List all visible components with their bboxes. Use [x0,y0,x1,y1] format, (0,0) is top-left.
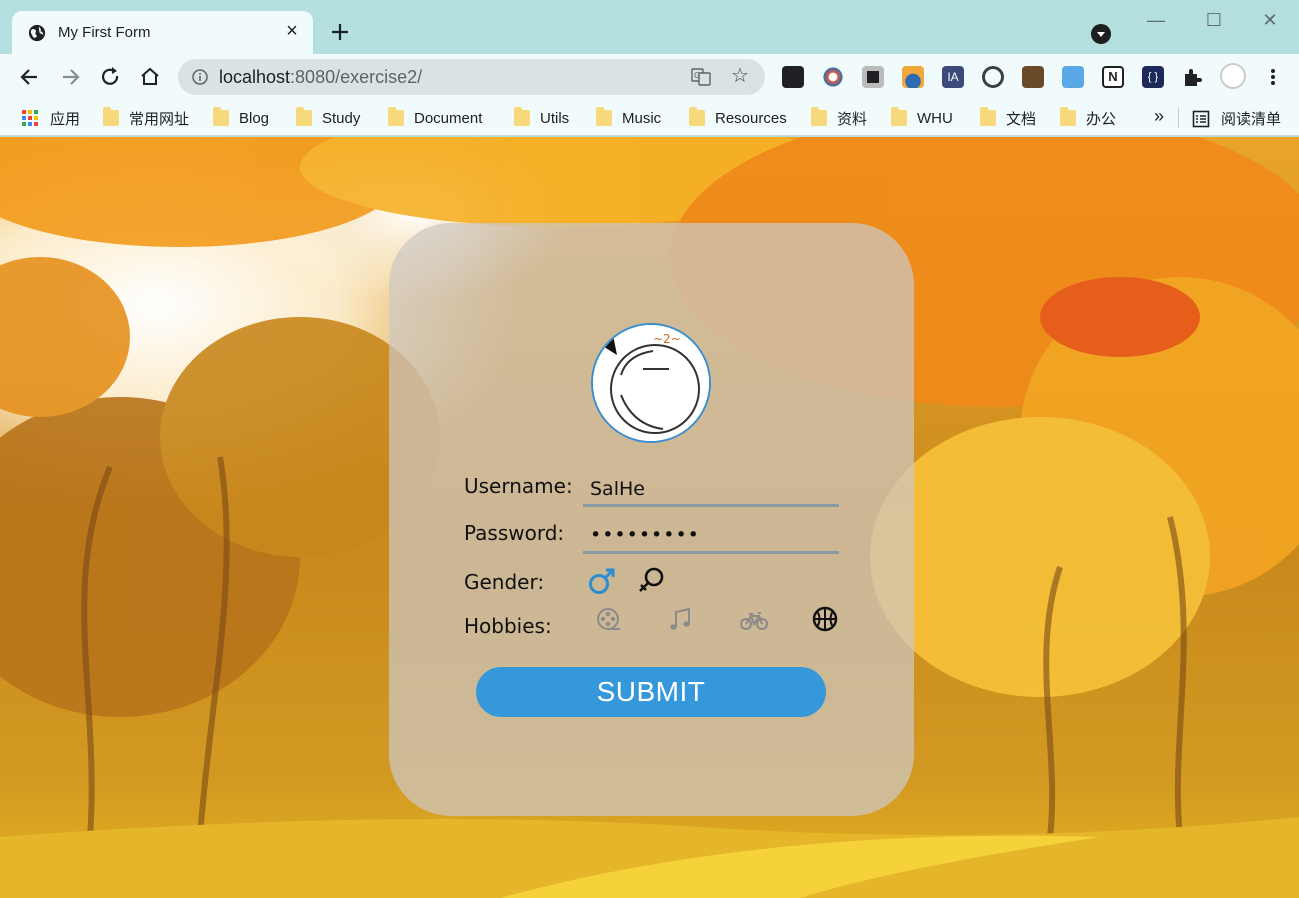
bicycle-icon[interactable] [739,605,769,635]
bookmark-folder[interactable]: 办公 [1060,107,1117,128]
folder-icon [980,107,996,126]
bookmark-folder[interactable]: Resources [689,107,787,128]
bookmark-label: 文档 [1006,110,1037,128]
browser-titlebar: My First Form × — ☐ ✕ [0,0,1299,54]
tab-close-icon[interactable]: × [282,20,302,42]
notion-icon[interactable]: N [1102,66,1124,88]
bookmark-folder[interactable]: Study [296,107,361,128]
password-input[interactable]: ••••••••• [583,520,839,554]
bookmark-folder[interactable]: Utils [514,107,570,128]
folder-icon [689,107,705,126]
male-icon[interactable] [587,566,617,596]
folder-icon [891,107,907,126]
site-info-icon[interactable] [192,69,208,85]
bookmark-folder[interactable]: 资料 [811,107,868,128]
extension-icon[interactable] [822,66,844,88]
extension-icon[interactable] [782,66,804,88]
submit-button[interactable]: SUBMIT [476,667,826,717]
svg-text:~2~: ~2~ [653,332,681,346]
reading-list-icon [1192,110,1210,127]
extension-icon[interactable] [1022,66,1044,88]
bookmark-folder[interactable]: WHU [891,107,953,128]
bookmark-label: 资料 [837,110,868,128]
globe-icon [28,24,46,42]
extension-icon[interactable] [862,66,884,88]
bookmark-label: 办公 [1086,110,1117,128]
hobbies-label: Hobbies: [464,614,552,638]
bookmark-label: Blog [239,109,270,127]
bookmark-label: Music [622,109,662,127]
female-icon[interactable] [637,566,667,596]
reading-list-button[interactable]: 阅读清单 [1192,108,1281,129]
bookmark-folder[interactable]: Music [596,107,662,128]
close-window-icon[interactable]: ✕ [1256,8,1284,32]
tab-title: My First Form [58,24,151,41]
forward-icon[interactable] [57,64,83,90]
bookmark-label: WHU [917,109,953,127]
bookmark-folder[interactable]: Blog [213,107,270,128]
extensions-puzzle-icon[interactable] [1181,66,1203,88]
menu-kebab-icon[interactable] [1262,66,1284,88]
reading-list-label: 阅读清单 [1221,111,1282,128]
folder-icon [596,107,612,126]
tab-search-icon[interactable] [1091,24,1111,44]
basketball-icon[interactable] [811,605,841,635]
avatar: ~2~ [591,323,711,443]
bookmark-label: Utils [540,109,570,127]
page-viewport: ~2~ Username: Password: ••••••••• Gender… [0,137,1299,898]
password-label: Password: [464,521,565,545]
browser-tab[interactable]: My First Form × [12,11,313,54]
folder-icon [811,107,827,126]
new-tab-icon[interactable] [327,19,353,45]
url-text: localhost:8080/exercise2/ [219,67,422,88]
url-path: :8080/exercise2/ [290,67,423,87]
music-note-icon[interactable] [666,605,696,635]
username-input[interactable] [583,473,839,507]
home-icon[interactable] [137,64,163,90]
form-card: ~2~ Username: Password: ••••••••• Gender… [389,223,914,816]
bookmark-folder[interactable]: 常用网址 [103,107,190,128]
browser-toolbar: localhost:8080/exercise2/ G ☆ IA N { } [0,54,1299,100]
maximize-icon[interactable]: ☐ [1200,8,1228,32]
minimize-icon[interactable]: — [1142,8,1170,32]
bookmarks-overflow-icon[interactable]: » [1154,106,1164,127]
address-bar[interactable]: localhost:8080/exercise2/ G ☆ [178,59,765,95]
folder-icon [514,107,530,126]
divider [1178,108,1179,128]
bookmark-label: Document [414,109,483,127]
translate-icon[interactable]: G [691,68,711,86]
bookmark-label: Resources [715,109,787,127]
extension-icon[interactable] [982,66,1004,88]
avatar-face-icon: ~2~ [593,325,709,441]
back-icon[interactable] [17,64,43,90]
bookmark-folder[interactable]: Document [388,107,483,128]
folder-icon [1060,107,1076,126]
svg-text:G: G [694,71,700,80]
folder-icon [296,107,312,126]
extension-icon[interactable] [902,66,924,88]
gender-label: Gender: [464,570,545,594]
film-reel-icon[interactable] [594,605,624,635]
bookmark-label: 常用网址 [129,110,190,128]
folder-icon [103,107,119,126]
extension-icon[interactable]: { } [1142,66,1164,88]
folder-icon [213,107,229,126]
extension-icon[interactable]: IA [942,66,964,88]
bookmark-label: 应用 [50,110,81,128]
reload-icon[interactable] [97,64,123,90]
username-label: Username: [464,474,573,498]
bookmark-label: Study [322,109,361,127]
bookmark-star-icon[interactable]: ☆ [731,66,751,86]
extension-icon[interactable] [1062,66,1084,88]
bookmark-apps[interactable]: 应用 [22,108,80,128]
bookmarks-bar: 应用 常用网址 Blog Study Document Utils Music … [0,100,1299,136]
apps-grid-icon [22,110,38,126]
bookmark-folder[interactable]: 文档 [980,107,1037,128]
url-host: localhost [219,67,291,87]
folder-icon [388,107,404,126]
profile-avatar[interactable] [1220,63,1246,89]
